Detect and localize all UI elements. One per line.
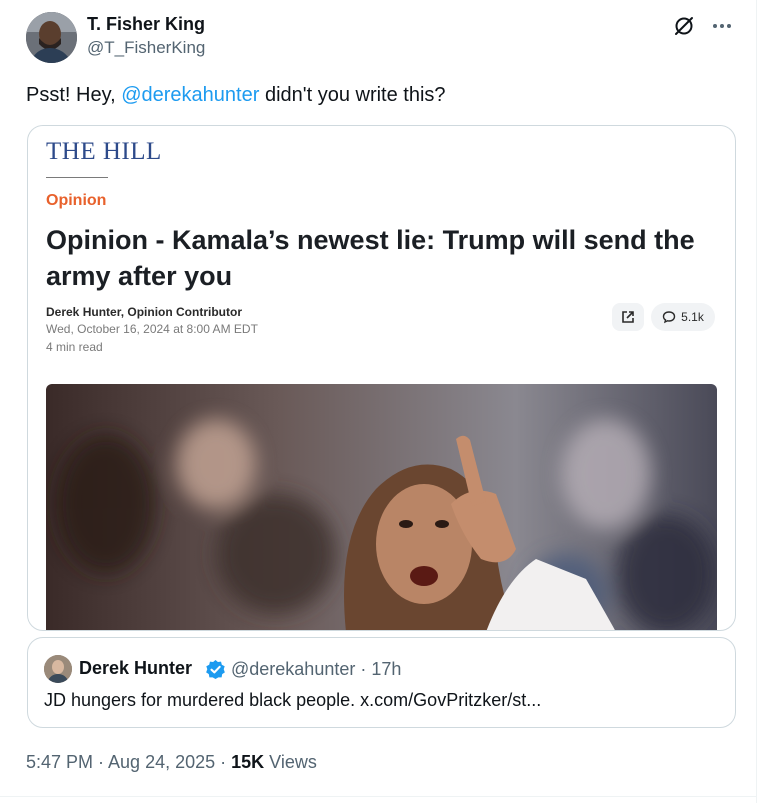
comments-button[interactable]: 5.1k [651,303,715,331]
external-link-icon [622,311,634,323]
tweet-text-after: didn't you write this? [259,84,446,106]
comment-count: 5.1k [681,310,704,324]
article-headline: Opinion - Kamala’s newest lie: Trump wil… [46,225,695,291]
article-photo [46,384,717,630]
quote-avatar[interactable] [44,655,72,683]
article-date: Wed, October 16, 2024 at 8:00 AM EDT [46,322,258,336]
quote-author-name[interactable]: Derek Hunter [79,658,192,679]
tweet-meta: 5:47 PM · Aug 24, 2025 · 15K Views [26,752,317,773]
publication-logo: THE HILL [46,138,162,165]
tweet: T. Fisher King @T_FisherKing Psst! Hey, … [0,0,757,803]
mention-link[interactable]: @derekahunter [121,84,259,106]
article-section: Opinion [46,192,107,209]
views-label: Views [264,752,317,772]
article-card[interactable]: THE HILL Opinion Opinion - Kamala’s newe… [27,125,736,631]
tweet-timestamp[interactable]: 5:47 PM · Aug 24, 2025 · [26,752,231,772]
logo-divider [46,177,108,178]
tweet-top-actions [672,14,734,38]
tweet-text-before: Psst! Hey, [26,84,122,106]
quote-text: JD hungers for murdered black people. x.… [44,690,542,710]
more-icon[interactable] [710,14,734,38]
tweet-text: Psst! Hey, @derekahunter didn't you writ… [26,84,446,107]
verified-badge-icon [206,659,225,680]
author-avatar[interactable] [26,12,77,63]
article-read-time: 4 min read [46,340,103,354]
article-byline: Derek Hunter, Opinion Contributor [46,305,243,319]
views-count: 15K [231,752,265,772]
quote-handle-time: @derekahunter · 17h [231,659,402,679]
quoted-tweet[interactable]: Derek Hunter @derekahunter · 17h JD hung… [27,637,736,728]
author-name[interactable]: T. Fisher King [87,14,205,35]
share-button[interactable] [612,303,644,331]
author-handle[interactable]: @T_FisherKing [87,38,205,58]
divider [0,796,757,797]
comment-bubble-icon [662,311,676,324]
grok-icon[interactable] [672,14,696,38]
